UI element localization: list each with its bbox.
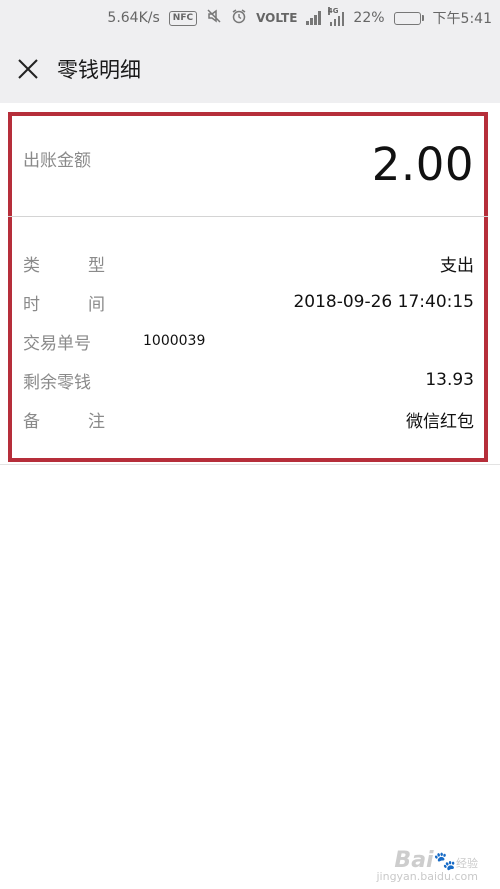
row-label: 剩余零钱: [23, 372, 91, 393]
amount-label: 出账金额: [23, 151, 91, 171]
detail-row-order-number: 交易单号 1000039: [23, 328, 474, 354]
watermark-brand-cn: 经验: [456, 857, 478, 870]
signal-icon: [306, 11, 321, 25]
paw-icon: 🐾: [433, 851, 456, 872]
page-title: 零钱明细: [57, 58, 141, 82]
network-speed: 5.64K/s: [107, 10, 160, 26]
top-area: 5.64K/s NFC VOLTE 4G 22% 下午5:41 零钱明细: [0, 0, 500, 103]
mute-icon: [206, 8, 222, 28]
detail-row-time: 时间 2018-09-26 17:40:15: [23, 289, 474, 315]
detail-row-remark: 备注 微信红包: [23, 406, 474, 432]
battery-icon: [393, 11, 424, 25]
amount-value: 2.00: [371, 138, 474, 191]
row-value[interactable]: 1000039: [143, 333, 205, 349]
row-value: 支出: [440, 255, 474, 276]
transaction-detail-card: 出账金额 2.00 类型 支出 时间 2018-09-26 17:40:15 交…: [8, 112, 488, 462]
watermark-url: jingyan.baidu.com: [376, 870, 478, 883]
status-bar: 5.64K/s NFC VOLTE 4G 22% 下午5:41: [107, 0, 492, 36]
watermark: Bai🐾经验 jingyan.baidu.com: [376, 850, 478, 884]
row-label: 时间: [23, 294, 105, 315]
row-label: 备注: [23, 411, 105, 432]
alarm-icon: [231, 8, 247, 28]
close-icon: [18, 59, 38, 79]
signal-4g-icon: 4G: [327, 7, 345, 26]
row-value: 2018-09-26 17:40:15: [293, 292, 474, 312]
row-label: 类型: [23, 255, 105, 276]
detail-row-balance: 剩余零钱 13.93: [23, 367, 474, 393]
nfc-icon: NFC: [168, 10, 198, 26]
row-label: 交易单号: [23, 333, 91, 354]
row-value: 13.93: [425, 370, 474, 390]
battery-percent: 22%: [353, 10, 385, 26]
app-bar: 零钱明细: [0, 44, 500, 94]
divider: [8, 216, 488, 217]
volte-label: VOLTE: [256, 11, 298, 25]
network-tag: 4G: [327, 7, 339, 15]
detail-row-type: 类型 支出: [23, 250, 474, 276]
clock: 下午5:41: [432, 11, 492, 27]
close-button[interactable]: [13, 54, 43, 84]
section-divider: [0, 464, 500, 465]
row-value: 微信红包: [406, 411, 474, 432]
